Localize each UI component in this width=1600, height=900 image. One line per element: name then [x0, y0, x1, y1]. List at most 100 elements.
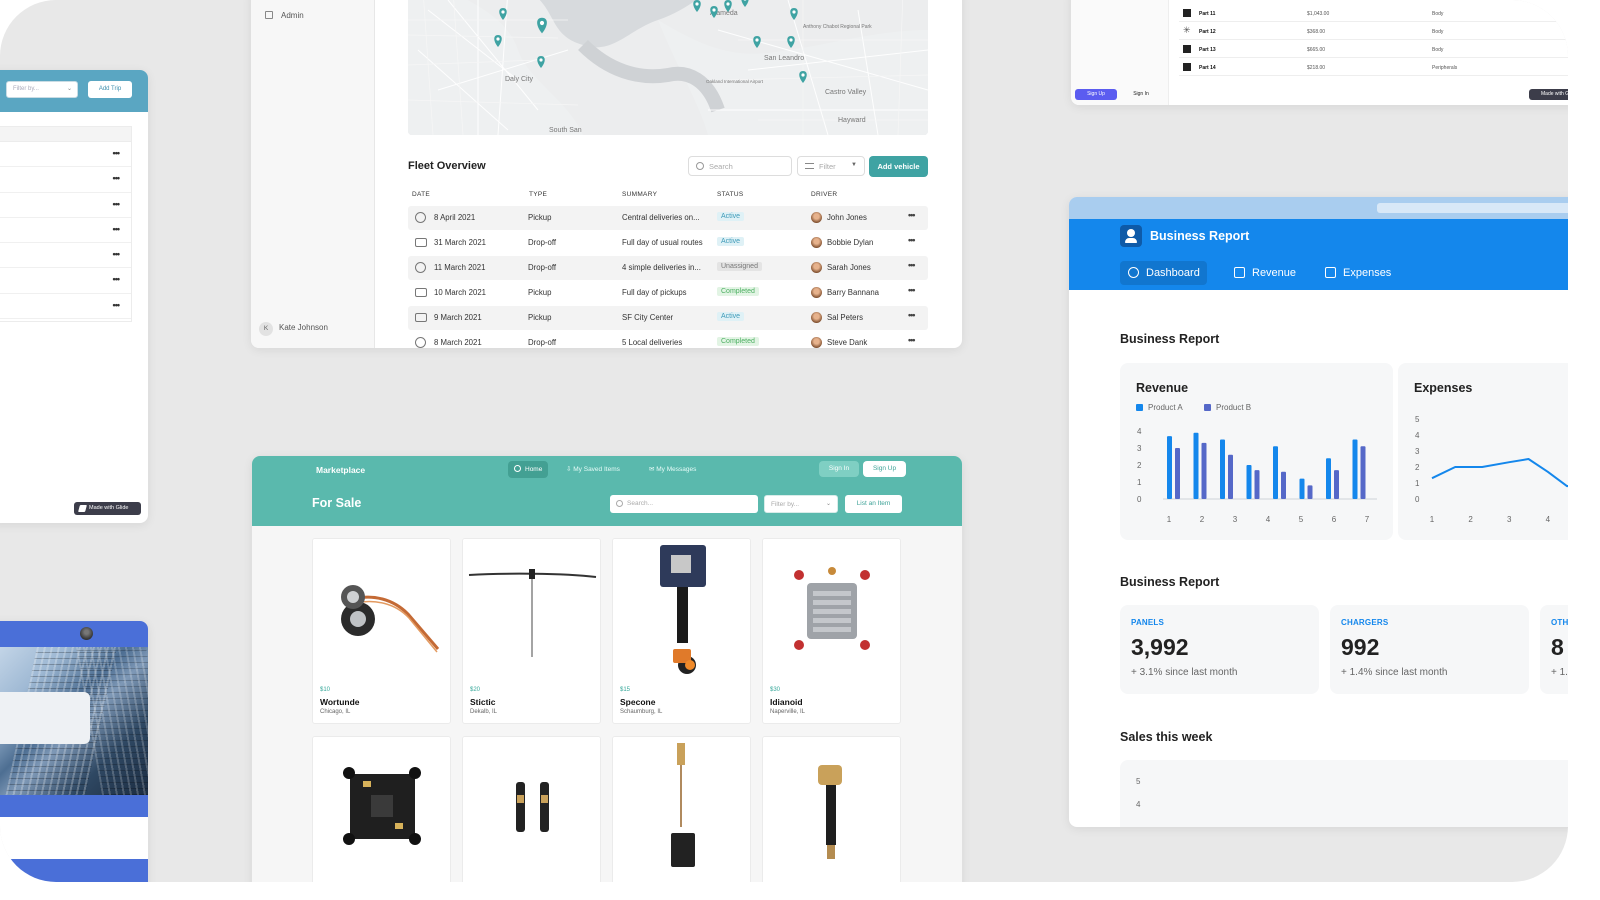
filter-select[interactable]: Filter by... ⌄: [764, 495, 838, 513]
made-with-glide-badge[interactable]: Made with Gli: [1529, 89, 1568, 100]
bar-product-a[interactable]: [1326, 458, 1331, 499]
more-options-icon[interactable]: •••: [908, 285, 916, 295]
product-card[interactable]: $30 Idianoid Naperville, IL: [762, 538, 901, 724]
search-input[interactable]: Search...: [610, 495, 758, 513]
scrollbar[interactable]: [1377, 203, 1568, 213]
more-options-icon[interactable]: •••: [113, 274, 121, 284]
sign-up-button[interactable]: Sign Up: [1075, 89, 1117, 100]
more-options-icon[interactable]: •••: [113, 300, 121, 310]
table-row[interactable]: 9 March 2021 Pickup SF City Center Active Sa…: [408, 306, 928, 330]
table-row[interactable]: •••: [0, 193, 131, 218]
table-row[interactable]: •••: [0, 218, 131, 244]
product-card[interactable]: [462, 736, 601, 882]
bar-product-a[interactable]: [1273, 446, 1278, 499]
bar-product-a[interactable]: [1246, 465, 1252, 499]
bar-product-a[interactable]: [1299, 478, 1305, 499]
product-card[interactable]: $20 Stictic Dekalb, IL: [462, 538, 601, 724]
marketplace-app-card: Marketplace Home ⇩ My Saved Items ✉ My M…: [252, 456, 962, 882]
more-options-icon[interactable]: •••: [113, 173, 121, 183]
sign-up-button[interactable]: Sign Up: [863, 461, 906, 477]
search-placeholder: Search: [709, 162, 733, 171]
expenses-series-line[interactable]: [1431, 454, 1568, 488]
table-row[interactable]: 10 March 2021 Pickup Full day of pickups Co…: [408, 281, 928, 305]
table-row[interactable]: •••: [0, 167, 131, 193]
bar-product-b[interactable]: [1307, 485, 1313, 499]
add-vehicle-button[interactable]: Add vehicle: [869, 156, 928, 177]
avatar[interactable]: [80, 627, 93, 640]
table-row[interactable]: ✳ Part 12 $368.00 Body: [1179, 22, 1568, 40]
more-options-icon[interactable]: •••: [113, 199, 121, 209]
map-label: Anthony Chabot Regional Park: [803, 24, 872, 30]
sign-in-button[interactable]: Sign In: [1123, 89, 1159, 100]
product-card[interactable]: $10 Wortunde Chicago, IL: [312, 538, 451, 724]
more-options-icon[interactable]: •••: [113, 148, 121, 158]
product-card[interactable]: [612, 736, 751, 882]
sidebar-user[interactable]: K Kate Johnson: [259, 322, 328, 336]
product-card[interactable]: $15 Specone Schaumburg, IL: [612, 538, 751, 724]
bar-product-a[interactable]: [1167, 436, 1172, 499]
y-tick-label: 5: [1136, 777, 1141, 786]
bar-product-a[interactable]: [1220, 439, 1225, 500]
bar-product-b[interactable]: [1360, 446, 1366, 499]
user-icon[interactable]: [1120, 225, 1142, 247]
trips-filter-select[interactable]: Filter by... ⌄: [6, 81, 78, 98]
column-header-type[interactable]: TYPE: [529, 191, 547, 198]
product-card[interactable]: [312, 736, 451, 882]
tab-revenue[interactable]: Revenue: [1226, 261, 1303, 285]
bar-product-b[interactable]: [1334, 470, 1339, 499]
bar-product-a[interactable]: [1352, 439, 1358, 500]
more-options-icon[interactable]: •••: [908, 335, 916, 345]
table-row[interactable]: Part 13 $665.00 Body: [1179, 40, 1568, 58]
table-row[interactable]: •••: [0, 268, 131, 294]
sidebar-item-admin[interactable]: Admin: [265, 11, 304, 20]
filter-select[interactable]: Filter ▼: [797, 156, 865, 176]
made-with-glide-badge[interactable]: Made with Glide: [74, 502, 141, 515]
more-options-icon[interactable]: •••: [908, 235, 916, 245]
nav-saved-items[interactable]: ⇩ My Saved Items: [560, 461, 626, 478]
x-tick-label: 3: [1233, 515, 1238, 524]
column-header-status[interactable]: STATUS: [717, 191, 743, 198]
fleet-map[interactable]: Alameda Daly City San Leandro Anthony Ch…: [408, 0, 928, 135]
table-row[interactable]: 11 March 2021 Drop-off 4 simple deliveries…: [408, 256, 928, 280]
nav-home[interactable]: Home: [508, 461, 549, 478]
bar-product-b[interactable]: [1175, 448, 1180, 499]
more-options-icon[interactable]: •••: [908, 260, 916, 270]
sign-in-button[interactable]: Sign In: [819, 461, 859, 477]
more-options-icon[interactable]: •••: [908, 310, 916, 320]
table-row[interactable]: 8 March 2021 Drop-off 5 Local deliveries Co…: [408, 331, 928, 348]
column-header-summary[interactable]: SUMMARY: [622, 191, 657, 198]
table-row[interactable]: •••: [0, 294, 131, 320]
table-row[interactable]: 31 March 2021 Drop-off Full day of usual r…: [408, 231, 928, 255]
bar-product-a[interactable]: [1193, 432, 1199, 499]
tab-dashboard[interactable]: Dashboard: [1120, 261, 1207, 285]
bar-product-b[interactable]: [1201, 442, 1207, 499]
table-row[interactable]: Part 14 $218.00 Peripherals: [1179, 58, 1568, 76]
bar-product-b[interactable]: [1228, 454, 1233, 499]
table-row[interactable]: •••: [0, 243, 131, 269]
browser-strip: [1069, 197, 1568, 219]
part-category: Body: [1432, 29, 1444, 35]
bar-product-b[interactable]: [1254, 470, 1260, 499]
expenses-icon: [1325, 267, 1336, 278]
app-brand[interactable]: Marketplace: [316, 465, 365, 475]
bar-product-b[interactable]: [1281, 471, 1286, 499]
product-card[interactable]: [762, 736, 901, 882]
more-options-icon[interactable]: •••: [113, 224, 121, 234]
product-photo: [763, 539, 900, 679]
list-item-button[interactable]: List an Item: [845, 495, 902, 513]
more-options-icon[interactable]: •••: [908, 210, 916, 220]
table-row[interactable]: Part 11 $1,043.00 Body: [1179, 4, 1568, 22]
column-header-driver[interactable]: DRIVER: [811, 191, 837, 198]
more-options-icon[interactable]: •••: [113, 249, 121, 259]
nav-label: My Messages: [656, 466, 697, 473]
add-trip-button[interactable]: Add Trip: [88, 81, 132, 98]
product-price: $10: [320, 687, 331, 693]
product-price: $30: [770, 687, 781, 693]
search-input[interactable]: Search: [688, 156, 792, 176]
table-row[interactable]: •••: [0, 142, 131, 168]
table-row[interactable]: 8 April 2021 Pickup Central deliveries on.…: [408, 206, 928, 230]
column-header-date[interactable]: DATE: [412, 191, 430, 198]
product-photo: [463, 539, 600, 679]
nav-messages[interactable]: ✉ My Messages: [643, 461, 702, 478]
tab-expenses[interactable]: Expenses: [1317, 261, 1398, 285]
